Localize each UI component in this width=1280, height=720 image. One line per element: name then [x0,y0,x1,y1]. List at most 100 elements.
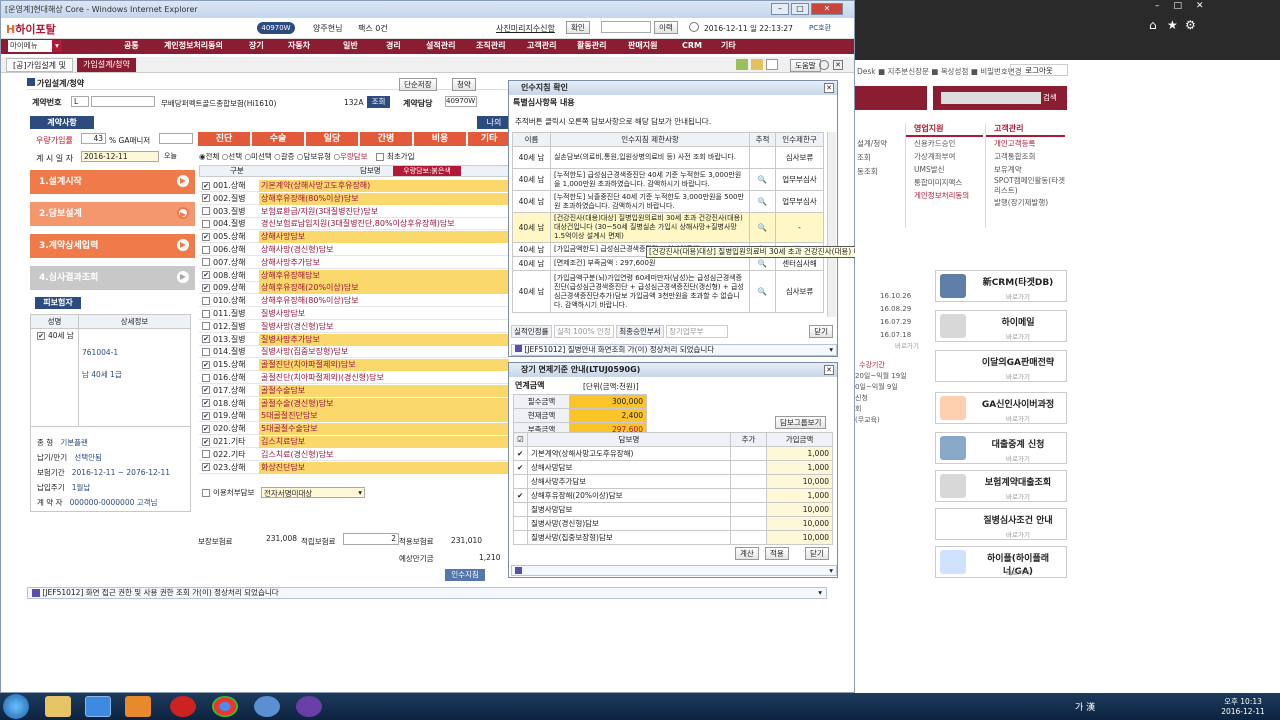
shortcut-card[interactable]: GA신인사이버과정 바로가기 [935,392,1067,424]
menu-holding-contract[interactable]: 보유계약 [994,163,1065,176]
guideline-button[interactable]: 인수지침 [445,569,485,581]
explorer-icon[interactable] [45,696,71,717]
exemption-checkbox[interactable]: ✔ [513,446,528,461]
coverage-checkbox[interactable]: ✔ [202,181,210,190]
stop-icon[interactable] [819,60,829,70]
radio-thirst[interactable]: ○갈증 [274,152,294,161]
shortcut-card[interactable]: 이달의GA판매전략 바로가기 [935,350,1067,382]
guideline-row[interactable]: 40세 남 [가입금액구분(뇌)가입연령 60세미만자(남성)는 급성심근경색증진… [512,270,824,313]
coverage-row[interactable]: ✔ 015.상해 골절진단(치아파절제외)담보 [199,359,509,372]
goto-input[interactable] [601,21,651,33]
chrome-icon[interactable] [212,696,238,717]
coverage-row[interactable]: ✔ 017.상해 골절수술담보 [199,384,509,397]
coverage-row[interactable]: ✔ 018.상해 골절수술(경신형)담보 [199,397,509,410]
coverage-checkbox[interactable] [202,309,210,318]
coverage-row[interactable]: ✔ 020.상해 5대골절수술담보 [199,423,509,436]
menu-image-fax[interactable]: 통합미미지팩스 [914,176,983,189]
guideline-row[interactable]: 40세 남 실손담보(의료비,통원,입원상병의료비 등) 사전 조회 바랍니다. 심… [512,146,824,169]
coverage-group-button[interactable]: 담보그룹보기 [775,416,827,429]
folder-icon[interactable] [751,59,763,70]
shortcut-card[interactable]: 新CRM(타겟DB) 바로가기 [935,270,1067,302]
radio-type[interactable]: ○담보유형 [297,152,331,161]
exemption-checkbox[interactable] [513,502,528,517]
frag-same-lookup[interactable]: 동조회 [855,165,907,179]
logout-button[interactable]: 로그아웃 [1010,64,1068,76]
window-icon[interactable] [766,59,778,70]
media-icon[interactable] [125,696,151,717]
tab-design-apply[interactable]: 가입설계/청약 [77,58,136,72]
menu-item-common[interactable]: 공통 [124,40,139,52]
exemption-amount[interactable]: 10,000 [766,502,833,517]
guideline-row[interactable]: 40세 남 [누적한도] 급성심근경색증진단 40세 기준 누적한도 3,000만… [512,168,824,191]
menu-item-etc[interactable]: 기타 [721,40,736,52]
coverage-checkbox[interactable] [202,296,210,305]
radio-unselected[interactable]: ○미선택 [245,152,272,161]
coverage-row[interactable]: 012.질병 질병사망(경신형)담보 [199,321,509,333]
exemption-row[interactable]: ✔ 상해후유장해(20%이상)담보 1,000 [513,488,833,503]
exemption-row[interactable]: ✔ 기본계약(상해사망고도후유장해) 1,000 [513,446,833,461]
coverage-checkbox[interactable]: ✔ [202,194,210,203]
menu-privacy-consent[interactable]: 게인정보처리동의 [914,189,983,202]
coverage-checkbox[interactable] [202,322,210,331]
app-red-icon[interactable] [170,696,196,717]
ime-indicator[interactable]: 가 漢 [1075,700,1095,713]
exemption-amount[interactable]: 10,000 [766,516,833,531]
simple-save-button[interactable]: 단순저장 [399,78,437,91]
category-daily[interactable]: 일당 [306,132,358,146]
transfer-checkbox[interactable] [202,489,210,497]
exemption-row[interactable]: 질병사망(경신형)담보 10,000 [513,516,833,531]
minimize-button[interactable]: – [771,3,789,15]
menu-ums[interactable]: UMS발신 [914,163,983,176]
card-more-link[interactable]: 바로가기 [1006,453,1030,463]
radio-all[interactable]: ◉전체 [199,152,219,161]
coverage-row[interactable]: ✔ 019.상해 5대골절진단담보 [199,410,509,423]
dlg1-close-button[interactable]: 닫기 [809,325,833,338]
exemption-checkbox[interactable] [513,530,528,545]
menu-item-performance[interactable]: 설적관리 [426,40,455,52]
exemption-checkbox[interactable]: ✔ [513,488,528,503]
card-more-link[interactable]: 바로가기 [1006,529,1030,539]
app-blue-icon[interactable] [254,696,280,717]
menu-customer-lookup[interactable]: 고객통합조회 [994,150,1065,163]
step-design-start[interactable]: 1.설계시작 ▶ [30,170,195,194]
first-join-checkbox[interactable] [375,153,384,161]
menu-item-accounting[interactable]: 경리 [386,40,401,52]
menu-customer-register[interactable]: 개인고객등록 [994,137,1065,150]
lookup-button[interactable]: 조회 [367,96,390,108]
start-button[interactable] [3,694,29,719]
coverage-checkbox[interactable]: ✔ [202,437,210,446]
search-icon[interactable]: 🔍 [749,256,776,271]
ga-manager-input[interactable] [159,133,193,144]
coverage-row[interactable]: ✔ 002.질병 상해후유장해(80%이상)담보 [199,192,509,205]
chevron-down-icon[interactable]: ▾ [829,345,833,355]
search-icon[interactable]: 🔍 [749,190,776,213]
coverage-checkbox[interactable] [202,258,210,267]
fax-count[interactable]: 팩스 0건 [358,23,388,34]
category-surgery[interactable]: 수술 [252,132,304,146]
scrollbar[interactable] [827,132,836,317]
coverage-row[interactable]: ✔ 023.상해 화상진단담보 [199,461,509,474]
coverage-row[interactable]: 022.기타 깁스치료(경신형)담보 [199,449,509,461]
menu-item-activity[interactable]: 활동관리 [577,40,606,52]
coverage-checkbox[interactable] [202,219,210,228]
help-button[interactable]: 도움말 [790,59,821,72]
close-window-button[interactable]: ✕ [811,3,843,15]
coverage-checkbox[interactable] [202,245,210,254]
my-menu-select[interactable]: 마이메뉴 ▾ [8,40,62,52]
insured-checkbox[interactable]: ✔ [37,332,45,340]
accum-input[interactable]: 2 [343,533,399,545]
window-controls[interactable]: –□✕ [1155,1,1273,13]
menu-reissue[interactable]: 발행(장기제발행) [994,196,1065,209]
shortcut-card[interactable]: 대출중계 신청 바로가기 [935,432,1067,464]
shortcut-card[interactable]: 하이메일 바로가기 [935,310,1067,342]
more-link[interactable]: 바로가기 [895,340,919,350]
coverage-checkbox[interactable]: ✔ [202,411,210,420]
gear-icon[interactable]: ⚙ [1185,18,1201,32]
frag-lookup[interactable]: 조회 [855,151,907,165]
coverage-row[interactable]: 003.질병 보험료환급/지원(3대질병진단)담보 [199,206,509,218]
guideline-row[interactable]: 40세 남 [누적한도] 뇌졸중진단 40세 기준 누적한도 3,000만원을 5… [512,190,824,213]
menu-item-customer[interactable]: 고객관리 [527,40,556,52]
shortcut-card[interactable]: 질병심사조건 안내 바로가기 [935,508,1067,540]
search-icon[interactable] [749,146,776,169]
exemption-amount[interactable]: 1,000 [766,460,833,475]
